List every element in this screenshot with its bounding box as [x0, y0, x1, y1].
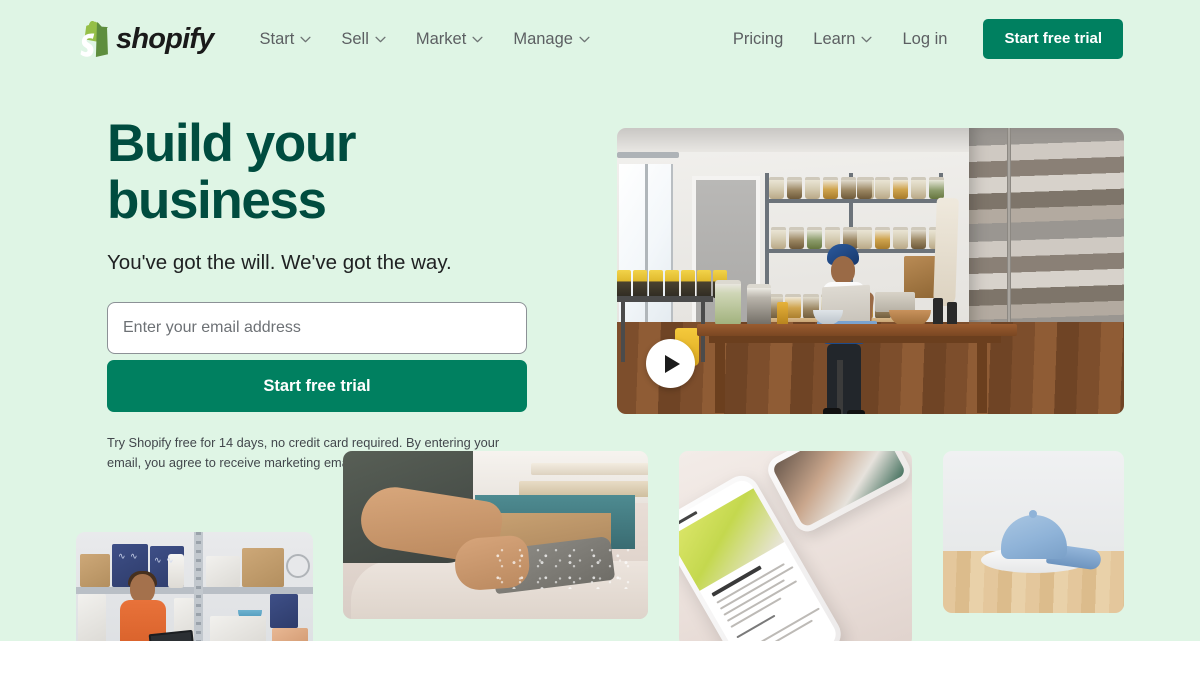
- image-gallery: ∿ ∿ ∿ ∿: [0, 0, 1200, 641]
- gallery-item-mobile-store[interactable]: [679, 451, 912, 641]
- hero-section: shopify Start Sell Market Manage Pricing…: [0, 0, 1200, 641]
- page-root: shopify Start Sell Market Manage Pricing…: [0, 0, 1200, 683]
- warehouse-photo: ∿ ∿ ∿ ∿: [76, 532, 313, 641]
- gallery-item-warehouse[interactable]: ∿ ∿ ∿ ∿: [76, 532, 313, 641]
- mobile-store-photo: [679, 451, 912, 641]
- gallery-item-craftsman[interactable]: [343, 451, 648, 619]
- craftsman-photo: [343, 451, 648, 619]
- gallery-item-product-cap[interactable]: [943, 451, 1124, 613]
- product-cap-photo: [943, 451, 1124, 613]
